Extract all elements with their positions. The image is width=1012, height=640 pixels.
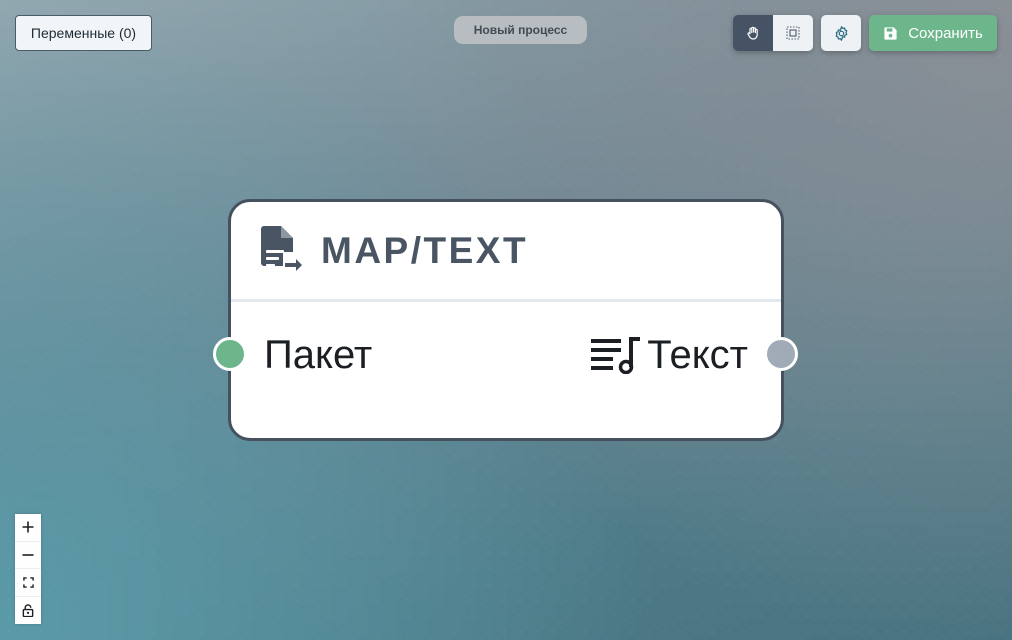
node-header: MAP/TEXT [231, 202, 781, 302]
zoom-out-icon [22, 553, 34, 556]
zoom-in-icon [22, 521, 34, 533]
output-port-handle[interactable] [764, 337, 798, 371]
save-button-label: Сохранить [908, 24, 983, 42]
hand-icon [747, 26, 758, 40]
input-port-label: Пакет [264, 333, 373, 377]
music-list-icon [591, 337, 641, 374]
lock-icon [22, 604, 34, 617]
canvas-mode-toggle [733, 15, 813, 51]
save-button[interactable]: Сохранить [869, 15, 997, 51]
document-export-icon [261, 225, 302, 271]
gear-settings-icon [835, 25, 847, 41]
pan-mode-button[interactable] [733, 15, 773, 51]
floppy-disk-icon [884, 26, 897, 40]
output-port-group: Текст [591, 332, 748, 378]
map-text-node[interactable]: MAP/TEXT Пакет Текст [228, 199, 784, 441]
fit-view-icon [22, 576, 34, 588]
select-mode-button[interactable] [773, 15, 813, 51]
node-title: MAP/TEXT [321, 229, 529, 271]
fit-view-button[interactable] [15, 569, 41, 597]
lock-canvas-button[interactable] [15, 597, 41, 625]
zoom-out-button[interactable] [15, 542, 41, 569]
selection-box-icon [786, 26, 800, 40]
variables-button[interactable]: Переменные (0) [15, 15, 152, 51]
settings-button[interactable] [821, 15, 861, 51]
process-name-badge[interactable]: Новый процесс [454, 16, 587, 44]
input-port-handle[interactable] [213, 337, 247, 371]
zoom-controls [15, 514, 41, 624]
output-port-label: Текст [647, 333, 748, 377]
zoom-in-button[interactable] [15, 514, 41, 542]
